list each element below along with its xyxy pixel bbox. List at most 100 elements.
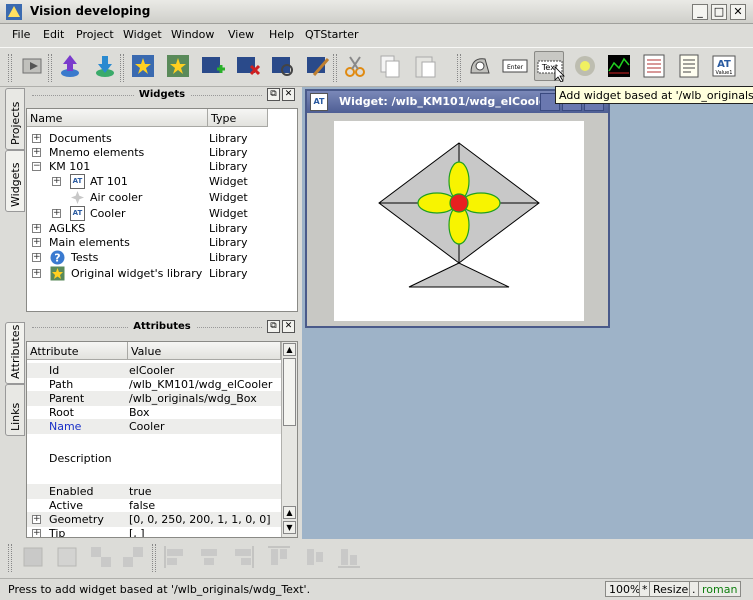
toolbar-grip[interactable] xyxy=(152,544,156,572)
align-stack2-icon[interactable] xyxy=(120,544,146,570)
attr-row-root[interactable]: Root Box xyxy=(27,405,281,420)
menu-view[interactable]: View xyxy=(228,28,254,41)
tab-links[interactable]: Links xyxy=(5,384,25,436)
level-rise-icon[interactable] xyxy=(20,544,46,570)
toolbar-grip[interactable] xyxy=(333,54,337,82)
close-button[interactable]: ✕ xyxy=(730,4,746,20)
add-document-icon[interactable] xyxy=(674,51,704,81)
align-top-icon[interactable] xyxy=(266,544,292,570)
add-widget-star2-icon[interactable] xyxy=(163,51,193,81)
dock-float-button[interactable]: ⧉ xyxy=(267,88,280,101)
attr-row-name[interactable]: Name Cooler xyxy=(27,419,281,434)
tab-widgets[interactable]: Widgets xyxy=(5,150,25,212)
collapse-toggle[interactable]: − xyxy=(32,162,41,171)
add-widget-star-icon[interactable] xyxy=(128,51,158,81)
menu-project[interactable]: Project xyxy=(76,28,114,41)
tree-row-original-lib[interactable]: + Original widget's library Library xyxy=(27,266,297,281)
toolbar-grip[interactable] xyxy=(8,544,12,572)
dock-close-button[interactable]: ✕ xyxy=(282,320,295,333)
align-right-icon[interactable] xyxy=(230,544,256,570)
attr-row-geometry[interactable]: + Geometry [0, 0, 250, 200, 1, 1, 0, 0] xyxy=(27,512,281,527)
maximize-button[interactable]: □ xyxy=(711,4,727,20)
add-box-icon[interactable]: AT Value1 xyxy=(709,51,739,81)
scroll-down-arrow-icon[interactable]: ▼ xyxy=(283,521,296,534)
tree-row-documents[interactable]: + Documents Library xyxy=(27,131,297,146)
tree-row-main-elements[interactable]: + Main elements Library xyxy=(27,235,297,250)
add-elfigure-icon[interactable] xyxy=(465,51,495,81)
widgets-tree[interactable]: Name Type + Documents Library + Mnemo el… xyxy=(26,108,298,312)
toolbar-grip[interactable] xyxy=(457,54,461,82)
expand-toggle[interactable]: + xyxy=(32,253,41,262)
attr-value[interactable]: [0, 0, 250, 200, 1, 1, 0, 0] xyxy=(129,513,271,526)
add-formel-icon[interactable]: Enter xyxy=(500,51,530,81)
expand-toggle[interactable]: + xyxy=(32,134,41,143)
resize-indicator[interactable]: Resize xyxy=(649,581,693,597)
col-name-header[interactable]: Name xyxy=(27,109,208,127)
paste-icon[interactable] xyxy=(410,51,440,81)
tab-projects[interactable]: Projects xyxy=(5,88,25,150)
minimize-button[interactable]: _ xyxy=(692,4,708,20)
new-widget-icon[interactable] xyxy=(197,51,227,81)
attr-row-parent[interactable]: Parent/wlb_originals/wdg_Box xyxy=(27,391,281,406)
tab-attributes[interactable]: Attributes xyxy=(5,322,25,384)
add-text-icon[interactable]: Text xyxy=(534,51,565,83)
save-widget-icon[interactable] xyxy=(302,51,332,81)
delete-widget-icon[interactable] xyxy=(232,51,262,81)
down-arrow-icon[interactable] xyxy=(90,51,120,81)
attr-value[interactable]: true xyxy=(129,485,152,498)
col-attribute-header[interactable]: Attribute xyxy=(27,342,128,360)
menu-help[interactable]: Help xyxy=(269,28,294,41)
menu-window[interactable]: Window xyxy=(171,28,214,41)
tree-row-mnemo[interactable]: + Mnemo elements Library xyxy=(27,145,297,160)
attr-value[interactable]: /wlb_KM101/wdg_elCooler xyxy=(129,378,272,391)
align-vcenter-icon[interactable] xyxy=(302,544,328,570)
up-arrow-icon[interactable] xyxy=(55,51,85,81)
align-center-icon[interactable] xyxy=(196,544,222,570)
attr-row-description[interactable]: Description xyxy=(27,434,281,484)
attr-value[interactable]: false xyxy=(129,499,155,512)
attributes-scrollbar[interactable]: ▲ ▲ ▼ xyxy=(281,342,297,537)
toolbar-grip[interactable] xyxy=(120,54,124,82)
scroll-up-arrow-icon[interactable]: ▲ xyxy=(283,506,296,519)
attr-row-active[interactable]: Active false xyxy=(27,498,281,513)
col-value-header[interactable]: Value xyxy=(128,342,281,360)
attr-value[interactable]: /wlb_originals/wdg_Box xyxy=(129,392,257,405)
attributes-table[interactable]: Attribute Value Id elCooler Path/wlb_KM10… xyxy=(26,341,298,538)
align-stack-icon[interactable] xyxy=(88,544,114,570)
expand-toggle[interactable]: + xyxy=(32,238,41,247)
add-media-icon[interactable] xyxy=(570,51,600,81)
toolbar-grip[interactable] xyxy=(48,54,52,82)
air-cooler-drawing[interactable] xyxy=(334,121,584,321)
attr-value[interactable]: [, ] xyxy=(129,527,145,537)
scroll-thumb[interactable] xyxy=(283,358,296,426)
expand-toggle[interactable]: + xyxy=(32,529,41,537)
expand-toggle[interactable]: + xyxy=(32,224,41,233)
menu-file[interactable]: File xyxy=(12,28,30,41)
tree-row-cooler[interactable]: + AT Cooler Widget xyxy=(27,206,297,221)
copy-icon[interactable] xyxy=(375,51,405,81)
tree-row-aircooler[interactable]: Air cooler Widget xyxy=(27,190,297,205)
dock-float-button[interactable]: ⧉ xyxy=(267,320,280,333)
level-lower-icon[interactable] xyxy=(54,544,80,570)
menu-widget[interactable]: Widget xyxy=(123,28,162,41)
widget-canvas[interactable] xyxy=(334,121,584,321)
edit-widget-icon[interactable] xyxy=(267,51,297,81)
attr-value[interactable]: Cooler xyxy=(129,420,165,433)
menu-edit[interactable]: Edit xyxy=(43,28,64,41)
align-left-icon[interactable] xyxy=(162,544,188,570)
tree-row-tests[interactable]: + ? Tests Library xyxy=(27,250,297,265)
tree-row-km101[interactable]: − KM 101 Library xyxy=(27,159,297,174)
tree-row-at101[interactable]: + AT AT 101 Widget xyxy=(27,174,297,189)
tree-row-aglks[interactable]: + AGLKS Library xyxy=(27,221,297,236)
dock-close-button[interactable]: ✕ xyxy=(282,88,295,101)
attr-row-path[interactable]: Path/wlb_KM101/wdg_elCooler xyxy=(27,377,281,392)
attr-row-id[interactable]: Id elCooler xyxy=(27,363,281,378)
expand-toggle[interactable]: + xyxy=(32,148,41,157)
toolbar-grip[interactable] xyxy=(8,54,12,82)
scroll-up-arrow-icon[interactable]: ▲ xyxy=(283,343,296,356)
expand-toggle[interactable]: + xyxy=(32,515,41,524)
col-type-header[interactable]: Type xyxy=(208,109,268,127)
menu-qtstarter[interactable]: QTStarter xyxy=(305,28,359,41)
cut-icon[interactable] xyxy=(340,51,370,81)
align-bottom-icon[interactable] xyxy=(336,544,362,570)
